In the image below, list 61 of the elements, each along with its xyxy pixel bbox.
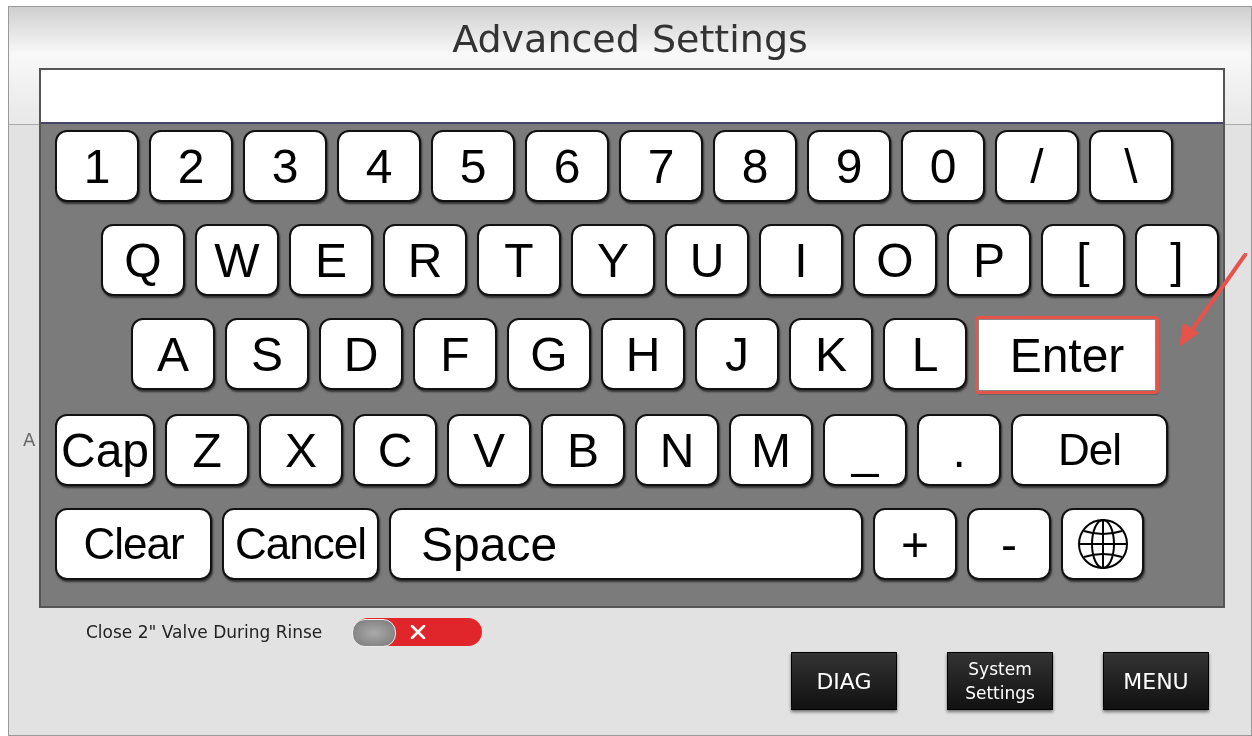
keyboard-key[interactable]: [: [1041, 224, 1125, 296]
keyboard-key[interactable]: 5: [431, 130, 515, 202]
keyboard-key[interactable]: 1: [55, 130, 139, 202]
setting-label: Close 2" Valve During Rinse: [86, 622, 323, 642]
screen-title: Advanced Settings: [452, 19, 808, 61]
keyboard-key[interactable]: Cancel: [222, 508, 379, 580]
keyboard-key[interactable]: 4: [337, 130, 421, 202]
globe-key[interactable]: [1061, 508, 1144, 580]
keyboard-key[interactable]: Space: [389, 508, 863, 580]
keyboard-key[interactable]: N: [635, 414, 720, 486]
keyboard-key[interactable]: 2: [149, 130, 233, 202]
x-icon: [409, 625, 428, 639]
keyboard-key[interactable]: Z: [165, 414, 250, 486]
keyboard-key[interactable]: 8: [713, 130, 797, 202]
keyboard-key[interactable]: Del: [1011, 414, 1169, 486]
keyboard-key[interactable]: R: [383, 224, 467, 296]
keyboard-key[interactable]: 6: [525, 130, 609, 202]
keyboard-key[interactable]: F: [413, 318, 497, 390]
keyboard-key[interactable]: E: [289, 224, 373, 296]
keyboard-key[interactable]: M: [729, 414, 814, 486]
input-field[interactable]: [41, 70, 1223, 124]
keyboard-key[interactable]: I: [759, 224, 843, 296]
keyboard-key[interactable]: Enter: [977, 318, 1157, 392]
keyboard-key[interactable]: 3: [243, 130, 327, 202]
keyboard-key[interactable]: Cap: [55, 414, 156, 486]
keyboard-key[interactable]: S: [225, 318, 309, 390]
keyboard-key[interactable]: B: [541, 414, 626, 486]
keyboard-key[interactable]: Y: [571, 224, 655, 296]
keyboard-key[interactable]: W: [195, 224, 279, 296]
keyboard-key[interactable]: U: [665, 224, 749, 296]
keyboard-key[interactable]: C: [353, 414, 438, 486]
keyboard-key[interactable]: J: [695, 318, 779, 390]
nav-button[interactable]: DIAG: [791, 652, 897, 710]
keyboard-key[interactable]: Clear: [55, 508, 212, 580]
keyboard-key[interactable]: G: [507, 318, 591, 390]
keyboard-key[interactable]: P: [947, 224, 1031, 296]
toggle-switch[interactable]: [354, 618, 483, 646]
keyboard-key[interactable]: +: [873, 508, 957, 580]
keyboard-key[interactable]: 9: [807, 130, 891, 202]
keyboard-key[interactable]: -: [967, 508, 1051, 580]
keyboard-key[interactable]: /: [995, 130, 1079, 202]
keyboard-key[interactable]: D: [319, 318, 403, 390]
setting-label: A: [23, 429, 36, 450]
nav-button[interactable]: System Settings: [947, 652, 1053, 710]
globe-icon: [1075, 517, 1130, 571]
keyboard-key[interactable]: .: [917, 414, 1002, 486]
keyboard-key[interactable]: O: [853, 224, 937, 296]
keyboard-key[interactable]: H: [601, 318, 685, 390]
keyboard-key[interactable]: X: [259, 414, 344, 486]
keyboard-key[interactable]: V: [447, 414, 532, 486]
keyboard-key[interactable]: ]: [1135, 224, 1219, 296]
keyboard-key[interactable]: _: [823, 414, 908, 486]
keyboard-key[interactable]: Q: [101, 224, 185, 296]
keyboard-key[interactable]: 7: [619, 130, 703, 202]
keyboard-key[interactable]: 0: [901, 130, 985, 202]
keyboard-key[interactable]: K: [789, 318, 873, 390]
keyboard-key[interactable]: A: [131, 318, 215, 390]
keyboard-key[interactable]: L: [883, 318, 967, 390]
nav-button[interactable]: MENU: [1103, 652, 1209, 710]
keyboard-key[interactable]: \: [1089, 130, 1173, 202]
keyboard-key[interactable]: T: [477, 224, 561, 296]
